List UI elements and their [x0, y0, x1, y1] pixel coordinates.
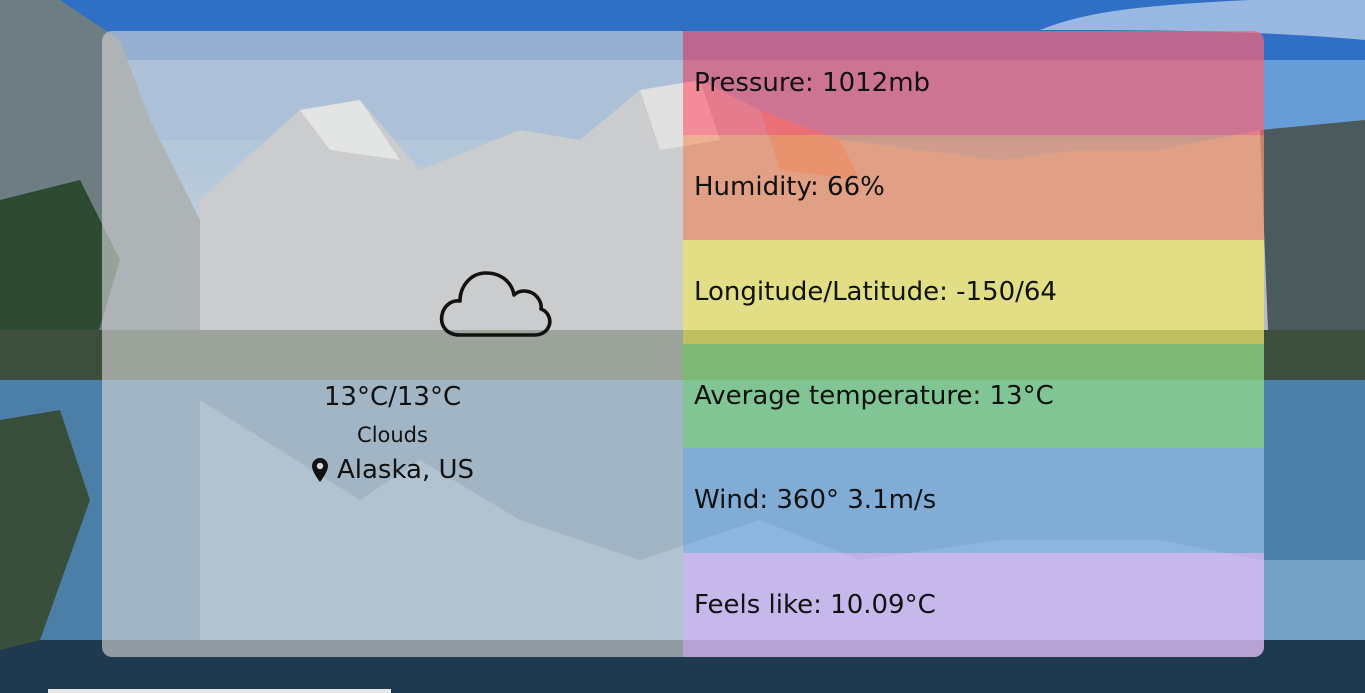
map-pin-icon	[311, 458, 328, 482]
humidity-label: Humidity: 66%	[694, 172, 885, 203]
bottom-scrollbar[interactable]	[48, 689, 391, 693]
coordinates-row: Longitude/Latitude: -150/64	[683, 239, 1264, 344]
temperature-range: 13°C/13°C	[323, 382, 462, 412]
cloud-icon	[439, 271, 552, 337]
weather-card: 13°C/13°C Clouds Alaska, US Pressure: 10…	[102, 31, 1264, 657]
pressure-row: Pressure: 1012mb	[683, 31, 1264, 136]
feels-like-label: Feels like: 10.09°C	[694, 589, 936, 620]
wind-label: Wind: 360° 3.1m/s	[694, 485, 937, 516]
wind-row: Wind: 360° 3.1m/s	[683, 448, 1264, 553]
average-temperature-row: Average temperature: 13°C	[683, 343, 1264, 449]
current-weather-panel: 13°C/13°C Clouds Alaska, US	[102, 31, 683, 657]
weather-details-panel: Pressure: 1012mb Humidity: 66% Longitude…	[683, 31, 1264, 657]
weather-description: Clouds	[357, 423, 428, 447]
location-label: Alaska, US	[336, 455, 475, 485]
pressure-label: Pressure: 1012mb	[694, 68, 931, 99]
feels-like-row: Feels like: 10.09°C	[683, 552, 1264, 657]
average-temperature-label: Average temperature: 13°C	[694, 381, 1054, 412]
coordinates-label: Longitude/Latitude: -150/64	[694, 276, 1057, 307]
location: Alaska, US	[102, 453, 683, 487]
humidity-row: Humidity: 66%	[683, 135, 1264, 240]
